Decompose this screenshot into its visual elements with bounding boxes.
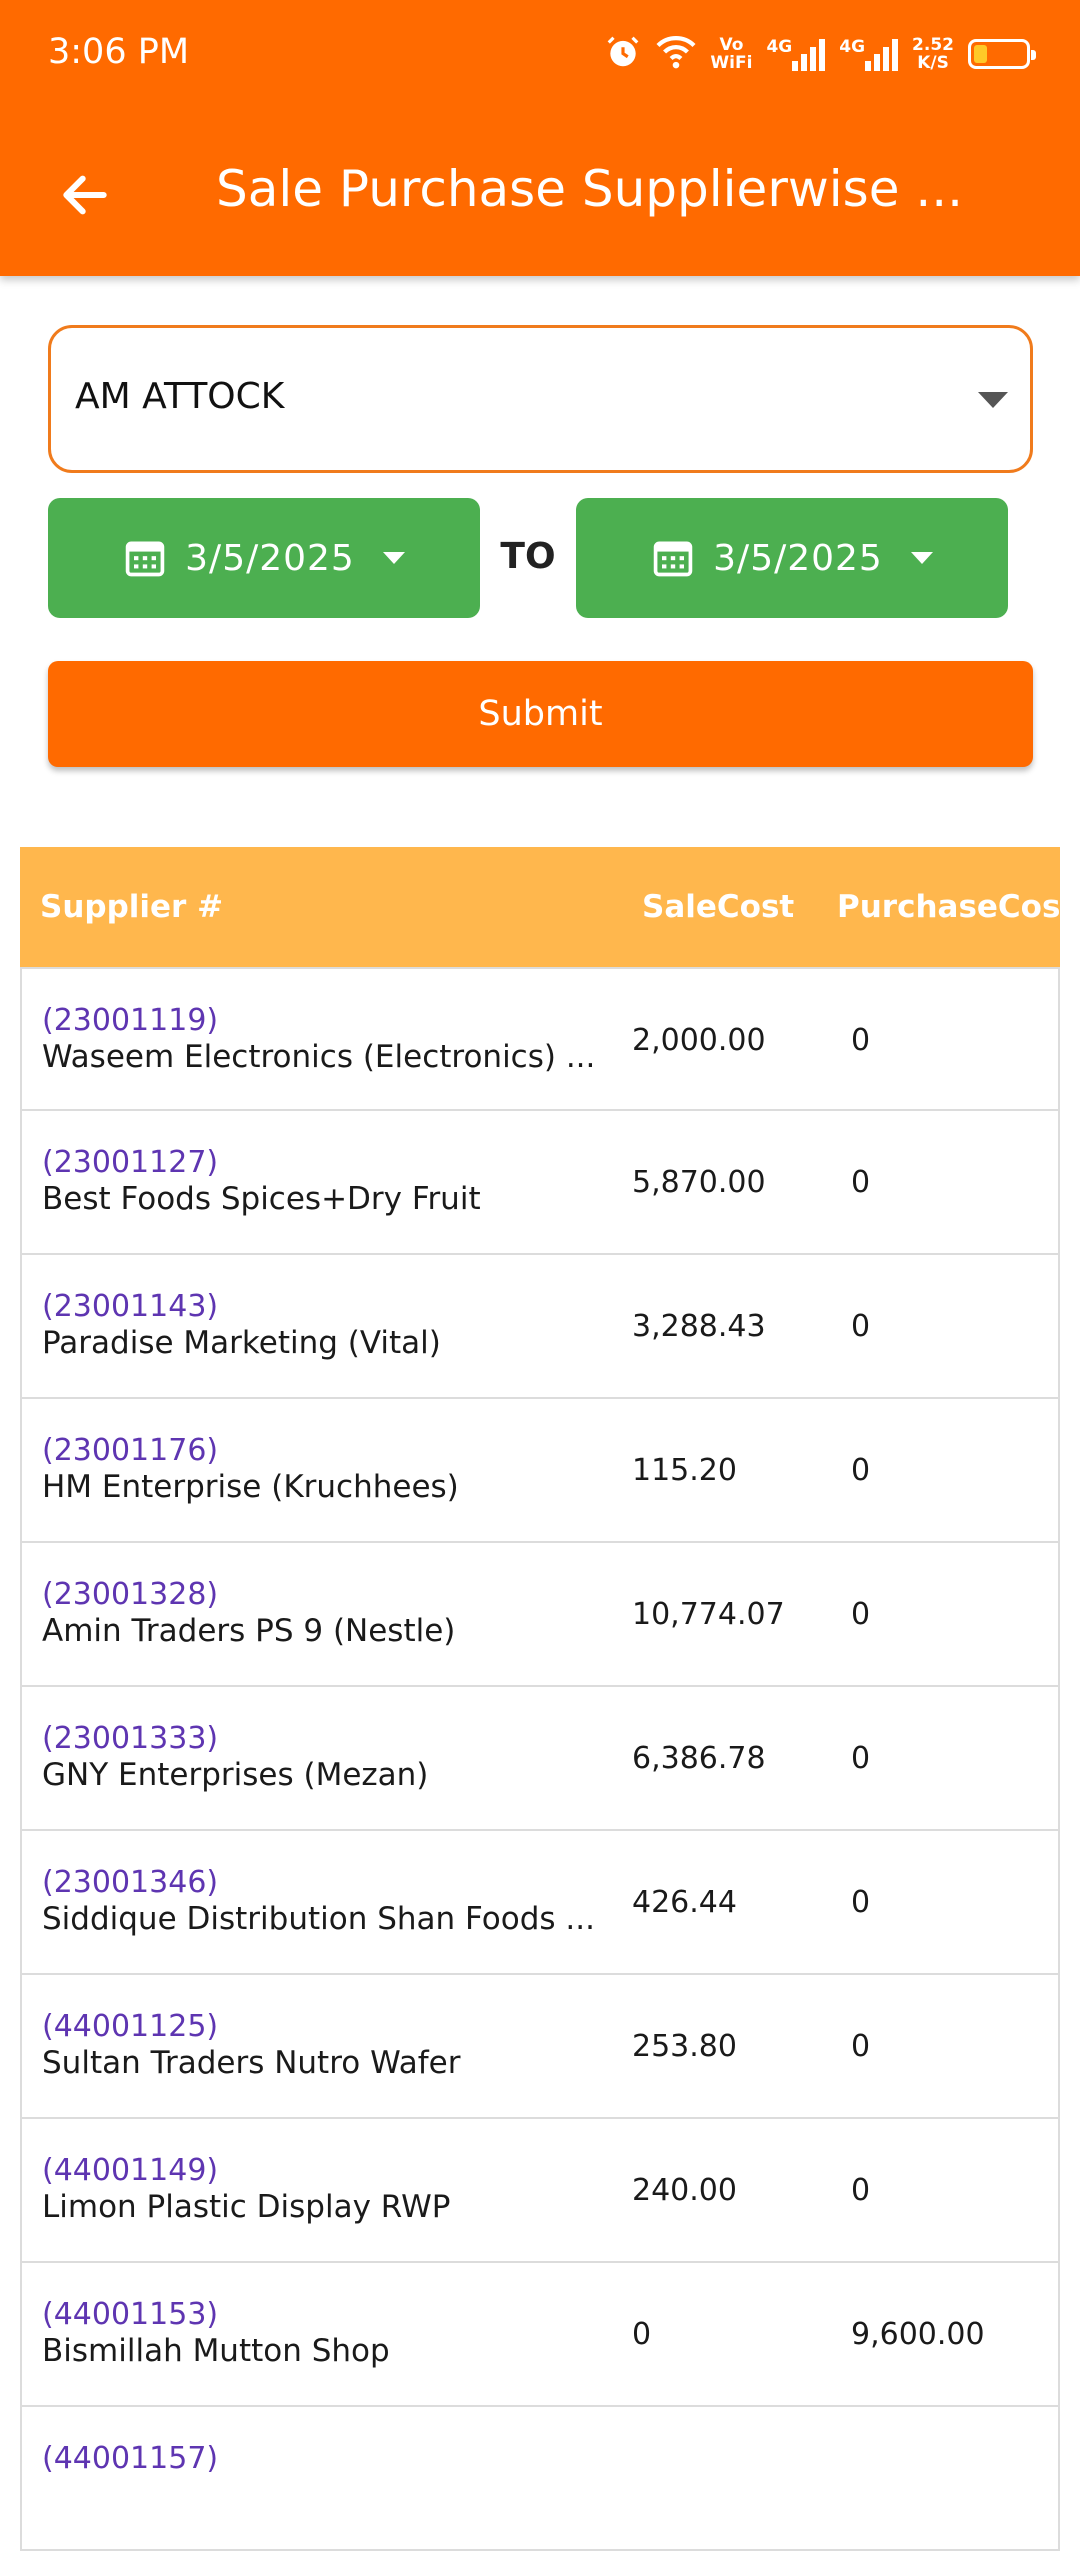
table-row[interactable]: (23001346) Siddique Distribution Shan Foo… (20, 1831, 1060, 1975)
to-date-button[interactable]: 3/5/2025 (576, 498, 1008, 618)
volte-label: Vo WiFi (710, 35, 753, 73)
battery-icon (968, 39, 1036, 69)
purchase-cost: 0 (851, 1885, 871, 1920)
table-row[interactable]: (23001143) Paradise Marketing (Vital) 3,28… (20, 1255, 1060, 1399)
to-label: TO (500, 536, 556, 577)
purchase-cost: 0 (851, 1597, 871, 1632)
network-speed: 2.52 K/S (912, 35, 954, 73)
table-row[interactable]: (44001157) (20, 2407, 1060, 2551)
purchase-cost: 0 (851, 1453, 871, 1488)
sale-cost: 5,870.00 (632, 1165, 766, 1200)
purchase-cost: 0 (851, 1165, 871, 1200)
purchase-cost: 0 (851, 2029, 871, 2064)
supplier-name: Siddique Distribution Shan Foods ... (42, 1901, 595, 1937)
purchase-cost: 0 (851, 1309, 871, 1344)
column-header-salecost[interactable]: SaleCost (642, 889, 794, 925)
sale-cost: 115.20 (632, 1453, 737, 1488)
supplier-code: (44001157) (42, 2441, 219, 2476)
from-date-button[interactable]: 3/5/2025 (48, 498, 480, 618)
caret-down-icon (382, 552, 405, 564)
chevron-down-icon (978, 392, 1008, 408)
supplier-code: (23001328) (42, 1577, 219, 1612)
supplier-name: Paradise Marketing (Vital) (42, 1325, 441, 1361)
supplier-code: (23001176) (42, 1433, 219, 1468)
table-row[interactable]: (23001333) GNY Enterprises (Mezan) 6,386.7… (20, 1687, 1060, 1831)
supplier-code: (23001143) (42, 1289, 219, 1324)
sale-cost: 3,288.43 (632, 1309, 766, 1344)
supplier-code: (44001125) (42, 2009, 219, 2044)
table-row[interactable]: (23001119) Waseem Electronics (Electronic… (20, 967, 1060, 1111)
alarm-icon (604, 33, 642, 75)
arrow-left-icon (63, 175, 107, 215)
status-time: 3:06 PM (48, 32, 190, 72)
supplier-name: Best Foods Spices+Dry Fruit (42, 1181, 481, 1217)
supplier-code: (44001153) (42, 2297, 219, 2332)
supplier-code: (23001119) (42, 1003, 219, 1038)
caret-down-icon (910, 552, 933, 564)
table-row[interactable]: (44001125) Sultan Traders Nutro Wafer 253.… (20, 1975, 1060, 2119)
table-row[interactable]: (44001149) Limon Plastic Display RWP 240.0… (20, 2119, 1060, 2263)
column-header-purchasecost[interactable]: PurchaseCost (837, 889, 1075, 925)
status-icons: Vo WiFi 4G 4G 2.52 K/S (604, 32, 1036, 76)
sale-cost: 426.44 (632, 1885, 737, 1920)
supplier-select-value: AM ATTOCK (75, 376, 285, 417)
page-title: Sale Purchase Supplierwise ... (216, 160, 964, 218)
table-row[interactable]: (44001153) Bismillah Mutton Shop 0 9,600.00 (20, 2263, 1060, 2407)
from-date-value: 3/5/2025 (185, 537, 355, 579)
sale-cost: 0 (632, 2317, 652, 2352)
supplier-code: (23001346) (42, 1865, 219, 1900)
supplier-code: (23001127) (42, 1145, 219, 1180)
purchase-cost: 0 (851, 1741, 871, 1776)
supplier-code: (44001149) (42, 2153, 219, 2188)
sale-cost: 10,774.07 (632, 1597, 785, 1632)
supplier-table: Supplier # SaleCost PurchaseCost (230011… (20, 847, 1075, 2551)
supplier-name: Amin Traders PS 9 (Nestle) (42, 1613, 456, 1649)
supplier-name: Bismillah Mutton Shop (42, 2333, 390, 2369)
column-header-supplier[interactable]: Supplier # (40, 889, 223, 925)
supplier-select[interactable]: AM ATTOCK (48, 325, 1033, 473)
calendar-icon (653, 541, 693, 577)
wifi-icon (656, 34, 696, 74)
supplier-name: HM Enterprise (Kruchhees) (42, 1469, 459, 1505)
supplier-name: GNY Enterprises (Mezan) (42, 1757, 429, 1793)
sale-cost: 6,386.78 (632, 1741, 766, 1776)
signal-icon: 4G (766, 37, 826, 71)
supplier-name: Limon Plastic Display RWP (42, 2189, 451, 2225)
calendar-icon (125, 541, 165, 577)
to-date-value: 3/5/2025 (713, 537, 883, 579)
supplier-name: Waseem Electronics (Electronics) ... (42, 1039, 596, 1075)
table-body: (23001119) Waseem Electronics (Electronic… (20, 967, 1060, 2551)
table-row[interactable]: (23001176) HM Enterprise (Kruchhees) 115.2… (20, 1399, 1060, 1543)
sale-cost: 2,000.00 (632, 1023, 766, 1058)
purchase-cost: 0 (851, 2173, 871, 2208)
submit-button[interactable]: Submit (48, 661, 1033, 767)
supplier-name: Sultan Traders Nutro Wafer (42, 2045, 461, 2081)
purchase-cost: 0 (851, 1023, 871, 1058)
signal-icon-2: 4G (839, 37, 899, 71)
sale-cost: 240.00 (632, 2173, 737, 2208)
table-row[interactable]: (23001127) Best Foods Spices+Dry Fruit 5,8… (20, 1111, 1060, 1255)
back-button[interactable] (40, 150, 130, 240)
app-bar: 3:06 PM Vo WiFi 4G 4G 2.52 K/S Sale Purc… (0, 0, 1080, 276)
table-header: Supplier # SaleCost PurchaseCost (20, 847, 1075, 967)
supplier-code: (23001333) (42, 1721, 219, 1756)
table-row[interactable]: (23001328) Amin Traders PS 9 (Nestle) 10,7… (20, 1543, 1060, 1687)
sale-cost: 253.80 (632, 2029, 737, 2064)
purchase-cost: 9,600.00 (851, 2317, 985, 2352)
